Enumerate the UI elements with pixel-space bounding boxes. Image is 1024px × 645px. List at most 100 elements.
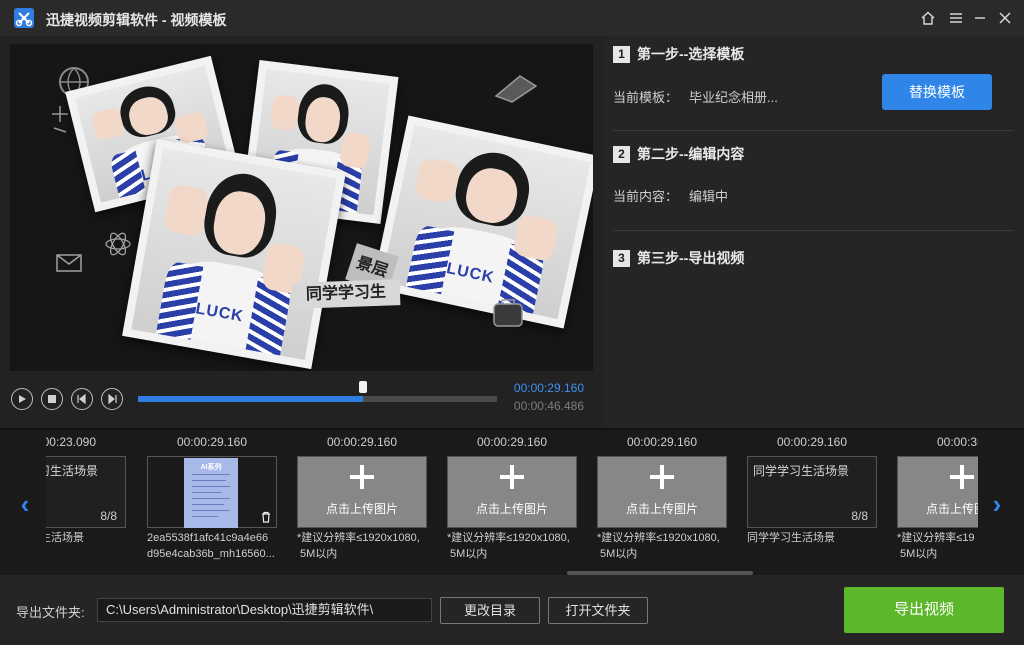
step-back-icon bbox=[77, 394, 86, 404]
step-2-number: 2 bbox=[613, 145, 630, 163]
replace-template-button[interactable]: 替换模板 bbox=[882, 74, 992, 110]
clip-name-line2: 5M以内 bbox=[450, 548, 488, 560]
close-icon[interactable] bbox=[993, 6, 1017, 30]
upload-text: 点击上传图片 bbox=[925, 502, 978, 516]
plus-icon bbox=[500, 465, 524, 489]
document-thumbnail: AI系列 bbox=[184, 458, 238, 528]
step-forward-icon bbox=[108, 394, 117, 404]
open-folder-button[interactable]: 打开文件夹 bbox=[548, 597, 648, 624]
upload-image-slot[interactable]: 点击上传图片 bbox=[447, 456, 577, 528]
stop-button[interactable] bbox=[41, 388, 63, 410]
change-directory-button[interactable]: 更改目录 bbox=[440, 597, 540, 624]
envelope-doodle-icon bbox=[56, 254, 82, 272]
progress-handle[interactable] bbox=[359, 381, 368, 393]
clip-name: *建议分辨率≤1920x1080, bbox=[447, 532, 570, 544]
clip-text: 同学学习生活场景 bbox=[46, 464, 99, 478]
play-button[interactable] bbox=[11, 388, 33, 410]
book-doodle-icon bbox=[494, 75, 538, 103]
upload-text: 点击上传图片 bbox=[325, 502, 398, 516]
bag-doodle-icon bbox=[493, 299, 523, 327]
video-preview[interactable]: LUCK LUCK LUCK LUCK 景层 同学学习生 bbox=[10, 44, 593, 371]
timeline-clip[interactable]: 00:00:29.160 点击上传图片 *建议分辨率≤1920x1080, 5M… bbox=[297, 430, 427, 577]
step-3-title: 3 第三步--导出视频 bbox=[613, 248, 744, 268]
step-2-title: 2 第二步--编辑内容 bbox=[613, 144, 744, 164]
trash-icon[interactable] bbox=[261, 511, 271, 523]
export-video-button[interactable]: 导出视频 bbox=[844, 587, 1004, 633]
step-1-number: 1 bbox=[613, 45, 630, 63]
clip-text: 同学学习生活场景 bbox=[753, 464, 850, 478]
play-icon bbox=[19, 395, 26, 403]
step-divider bbox=[613, 130, 1014, 131]
clip-name-line2: 5M以内 bbox=[300, 548, 338, 560]
title-bar: 迅捷视频剪辑软件 - 视频模板 bbox=[0, 0, 1024, 36]
clip-name: *建议分辨率≤19 bbox=[897, 532, 975, 544]
clip-name-line2: d95e4cab36b_mh16560... bbox=[147, 548, 275, 560]
progress-slider[interactable] bbox=[138, 381, 497, 402]
timeline-clip[interactable]: 00:00:35. 点击上传图片 *建议分辨率≤19 5M以内 bbox=[897, 430, 978, 577]
timeline-clip[interactable]: 00:00:29.160 点击上传图片 *建议分辨率≤1920x1080, 5M… bbox=[447, 430, 577, 577]
timeline-clip[interactable]: 00:00:23.090 同学学习生活场景 8/8 同学学习生活场景 bbox=[46, 430, 126, 577]
clip-thumbnail[interactable]: AI系列 bbox=[147, 456, 277, 528]
plus-icon bbox=[350, 465, 374, 489]
current-template-value: 毕业纪念相册... bbox=[689, 90, 778, 105]
clip-time: 00:00:29.160 bbox=[476, 435, 548, 449]
main-area: LUCK LUCK LUCK LUCK 景层 同学学习生 00:00:29.16… bbox=[0, 36, 1024, 428]
current-time: 00:00:29.160 bbox=[513, 381, 584, 395]
clip-count: 8/8 bbox=[851, 509, 868, 523]
bottom-bar: 导出文件夹: C:\Users\Administrator\Desktop\迅捷… bbox=[0, 575, 1024, 645]
clip-time: 00:00:23.090 bbox=[46, 435, 97, 449]
current-content-value: 编辑中 bbox=[689, 189, 729, 204]
clip-time: 00:00:29.160 bbox=[176, 435, 248, 449]
stop-icon bbox=[48, 395, 56, 403]
clip-name: 同学学习生活场景 bbox=[747, 532, 835, 544]
clip-name: *建议分辨率≤1920x1080, bbox=[297, 532, 420, 544]
current-template-label: 当前模板： bbox=[613, 90, 679, 105]
doc-title: AI系列 bbox=[200, 464, 222, 471]
clip-thumbnail[interactable]: 同学学习生活场景 8/8 bbox=[747, 456, 877, 528]
plus-icon bbox=[950, 465, 974, 489]
previous-frame-button[interactable] bbox=[71, 388, 93, 410]
progress-fill bbox=[138, 396, 364, 402]
total-time: 00:00:46.486 bbox=[513, 399, 584, 413]
export-folder-label: 导出文件夹: bbox=[16, 605, 85, 620]
clip-name: 2ea5538f1afc41c9a4e66 bbox=[147, 532, 269, 544]
upload-image-slot[interactable]: 点击上传图片 bbox=[897, 456, 978, 528]
step-2-text: 第二步--编辑内容 bbox=[637, 146, 745, 162]
plus-doodle-icon bbox=[52, 106, 68, 133]
timeline-clip[interactable]: 00:00:29.160 同学学习生活场景 8/8 同学学习生活场景 bbox=[747, 430, 877, 577]
steps-panel: 1 第一步--选择模板 当前模板： 毕业纪念相册... 替换模板 2 第二步--… bbox=[603, 36, 1024, 428]
next-frame-button[interactable] bbox=[101, 388, 123, 410]
preview-caption: 同学学习生 bbox=[291, 279, 401, 309]
timeline: ‹ 00:00:23.090 同学学习生活场景 8/8 同学学习生活场景 00:… bbox=[0, 428, 1024, 575]
timeline-clip[interactable]: 00:00:29.160 点击上传图片 *建议分辨率≤1920x1080, 5M… bbox=[597, 430, 727, 577]
home-icon[interactable] bbox=[916, 6, 940, 30]
step-1-title: 1 第一步--选择模板 bbox=[613, 44, 744, 64]
clip-time: 00:00:29.160 bbox=[326, 435, 398, 449]
upload-text: 点击上传图片 bbox=[475, 502, 548, 516]
clip-name: *建议分辨率≤1920x1080, bbox=[597, 532, 720, 544]
clip-thumbnail[interactable]: 同学学习生活场景 8/8 bbox=[46, 456, 126, 528]
export-path-field[interactable]: C:\Users\Administrator\Desktop\迅捷剪辑软件\ bbox=[97, 598, 432, 622]
menu-icon[interactable] bbox=[944, 6, 968, 30]
plus-icon bbox=[650, 465, 674, 489]
clip-name-line2: 5M以内 bbox=[900, 548, 938, 560]
clip-name-line2: 5M以内 bbox=[600, 548, 638, 560]
upload-image-slot[interactable]: 点击上传图片 bbox=[297, 456, 427, 528]
upload-image-slot[interactable]: 点击上传图片 bbox=[597, 456, 727, 528]
minimize-icon[interactable] bbox=[968, 6, 992, 30]
scroll-left-arrow-icon[interactable]: ‹ bbox=[14, 490, 36, 518]
timeline-clip[interactable]: 00:00:29.160 AI系列 2ea5538f1afc41c9a4e66 … bbox=[147, 430, 277, 577]
window-title: 迅捷视频剪辑软件 - 视频模板 bbox=[46, 12, 227, 28]
step-3-number: 3 bbox=[613, 249, 630, 267]
step-divider bbox=[613, 230, 1014, 231]
scroll-right-arrow-icon[interactable]: › bbox=[986, 490, 1008, 518]
clip-time: 00:00:29.160 bbox=[776, 435, 848, 449]
upload-text: 点击上传图片 bbox=[625, 502, 698, 516]
photo-frame-3: LUCK bbox=[371, 115, 593, 329]
clip-time: 00:00:35. bbox=[936, 435, 978, 449]
photo-frame-4: LUCK bbox=[122, 138, 346, 370]
clip-count: 8/8 bbox=[100, 509, 117, 523]
current-content-label: 当前内容： bbox=[613, 189, 679, 204]
atom-doodle-icon bbox=[105, 232, 131, 256]
step-3-text: 第三步--导出视频 bbox=[637, 250, 745, 266]
